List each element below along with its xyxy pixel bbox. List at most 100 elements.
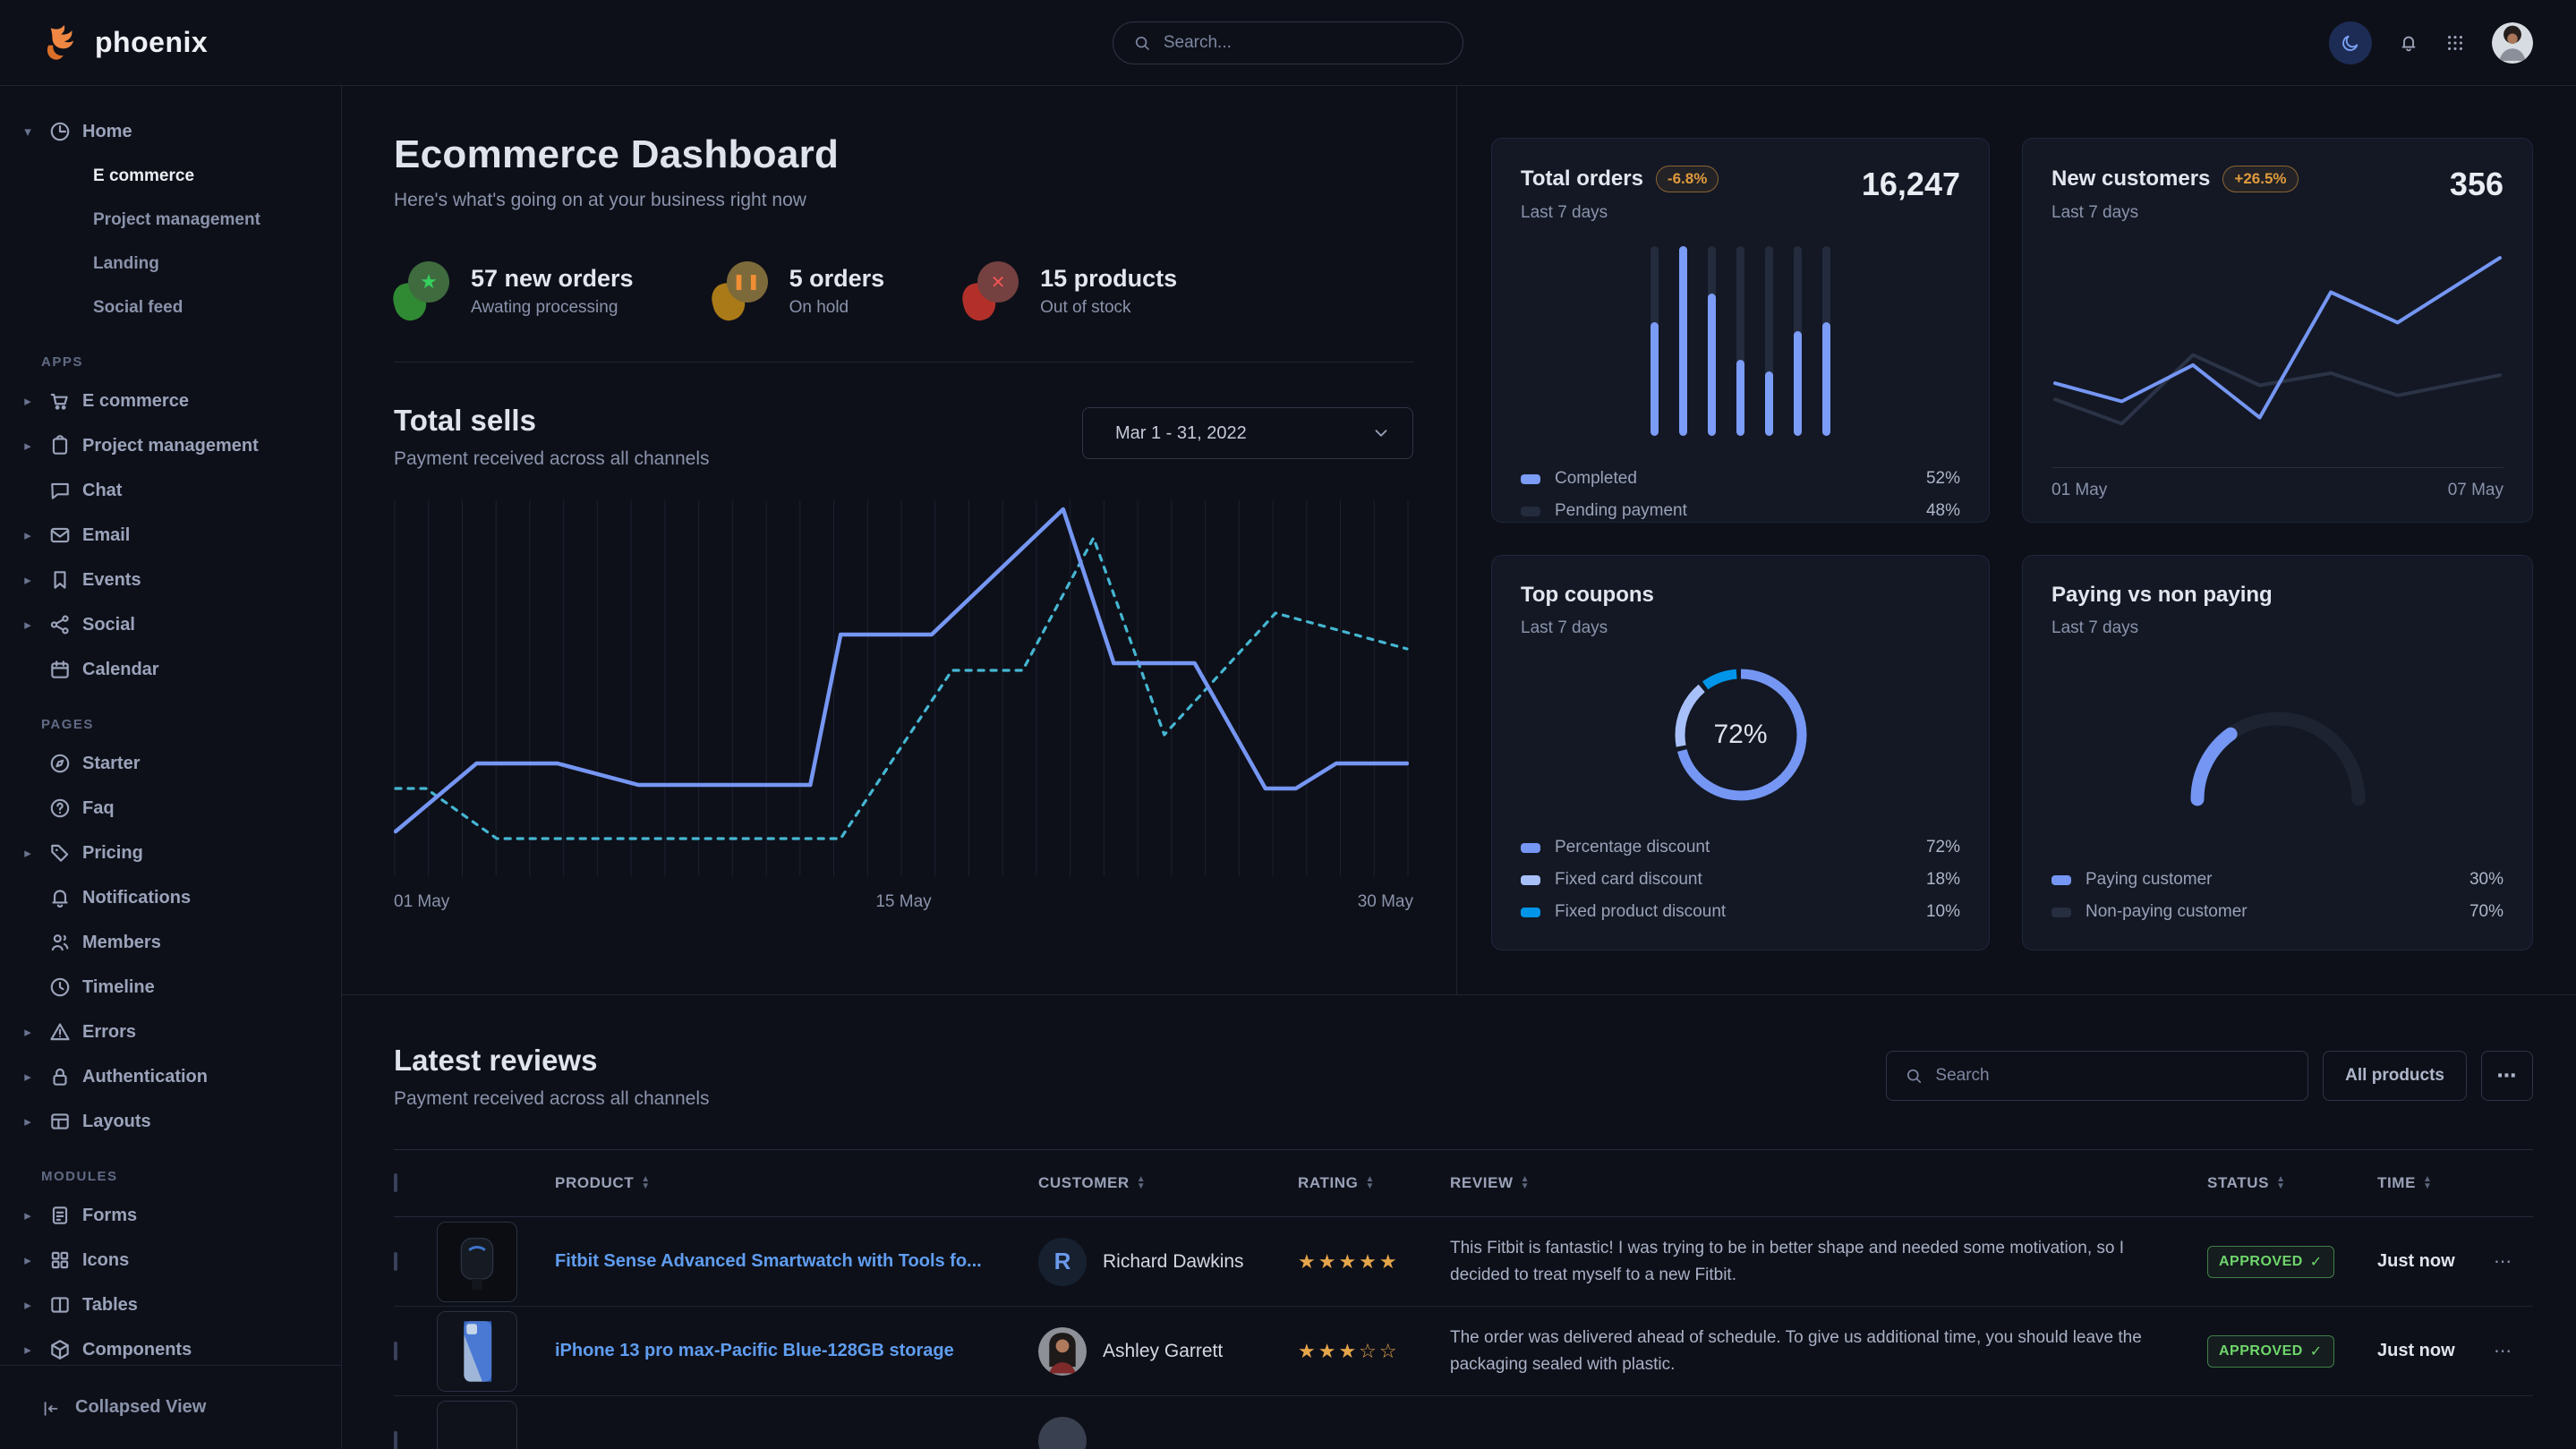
reviews-search-input[interactable] <box>1935 1066 2290 1086</box>
customer-avatar[interactable] <box>1038 1327 1087 1376</box>
email-icon <box>48 524 72 547</box>
legend-label: Fixed product discount <box>1555 902 1726 922</box>
chat-icon <box>48 479 72 502</box>
sidebar-item-email[interactable]: ▸Email <box>0 513 341 558</box>
sidebar-item-label: Layouts <box>82 1112 151 1132</box>
sidebar-item-label: Email <box>82 525 130 546</box>
sidebar-item-e-commerce[interactable]: ▸E commerce <box>0 379 341 423</box>
sidebar-item-pricing[interactable]: ▸Pricing <box>0 831 341 875</box>
sidebar-item-project-management[interactable]: ▸Project management <box>0 423 341 468</box>
sidebar-nav: ▾ Home E commerceProject managementLanding… <box>0 86 341 1365</box>
sidebar-item-icons[interactable]: ▸Icons <box>0 1238 341 1283</box>
legend-row-fixed-product-discount: Fixed product discount10% <box>1521 896 1960 928</box>
latest-reviews-section: Latest reviews Payment received across a… <box>342 995 2576 1449</box>
components-icon <box>48 1338 72 1361</box>
reviews-search[interactable] <box>1886 1051 2308 1101</box>
sort-icon: ▲▼ <box>2423 1176 2433 1190</box>
sidebar-item-timeline[interactable]: Timeline <box>0 965 341 1010</box>
column-header-customer[interactable]: CUSTOMER▲▼ <box>1038 1174 1298 1192</box>
sidebar-item-chat[interactable]: Chat <box>0 468 341 513</box>
sidebar-item-authentication[interactable]: ▸Authentication <box>0 1054 341 1099</box>
row-checkbox[interactable] <box>394 1431 397 1449</box>
legend-swatch <box>2051 908 2071 917</box>
collapsed-view-button[interactable]: Collapsed View <box>0 1365 341 1449</box>
notifications-bell-icon[interactable] <box>2399 33 2418 53</box>
coupons-legend: Percentage discount72%Fixed card discoun… <box>1521 831 1960 928</box>
stat-value: 15 products <box>1040 265 1177 293</box>
page-title: Ecommerce Dashboard <box>394 132 1413 177</box>
column-header-status[interactable]: STATUS▲▼ <box>2207 1174 2377 1192</box>
legend-label: Pending payment <box>1555 501 1687 521</box>
top-coupons-card: Top coupons Last 7 days 72% Percentage d… <box>1491 555 1990 950</box>
caret-right-icon: ▸ <box>18 1297 38 1313</box>
product-thumbnail[interactable] <box>437 1401 517 1449</box>
sort-icon: ▲▼ <box>1521 1176 1531 1190</box>
select-all-checkbox[interactable] <box>394 1173 397 1192</box>
sidebar-item-members[interactable]: Members <box>0 920 341 965</box>
x-tick: 30 May <box>1358 892 1413 912</box>
sidebar-item-starter[interactable]: Starter <box>0 741 341 786</box>
gauge-track <box>2197 719 2358 799</box>
reviews-title: Latest reviews <box>394 1044 710 1078</box>
sidebar-item-home[interactable]: ▾ Home <box>0 109 341 154</box>
top-navbar: phoenix <box>0 0 2576 86</box>
column-header-review[interactable]: REVIEW▲▼ <box>1450 1174 2207 1192</box>
column-header-product[interactable]: PRODUCT▲▼ <box>555 1174 1038 1192</box>
sidebar-item-social[interactable]: ▸Social <box>0 602 341 647</box>
stat-on-hold: ❚❚ 5 orders On hold <box>712 261 885 320</box>
sidebar-item-components[interactable]: ▸Components <box>0 1327 341 1365</box>
sidebar-item-faq[interactable]: Faq <box>0 786 341 831</box>
date-range-select[interactable]: Mar 1 - 31, 2022 <box>1082 407 1413 459</box>
user-avatar[interactable] <box>2492 22 2533 64</box>
all-products-button[interactable]: All products <box>2323 1051 2467 1101</box>
sidebar-item-label: Events <box>82 570 141 591</box>
product-link[interactable]: iPhone 13 pro max-Pacific Blue-128GB sto… <box>555 1341 981 1360</box>
sidebar-item-calendar[interactable]: Calendar <box>0 647 341 692</box>
sidebar-item-errors[interactable]: ▸Errors <box>0 1010 341 1054</box>
sidebar-item-label: Home <box>82 122 132 142</box>
row-checkbox[interactable] <box>394 1342 397 1360</box>
row-menu-button[interactable]: ⋯ <box>2494 1250 2533 1273</box>
global-search-input[interactable] <box>1164 33 1443 53</box>
calendar-icon <box>48 658 72 681</box>
sidebar-item-events[interactable]: ▸Events <box>0 558 341 602</box>
cart-icon <box>48 389 72 413</box>
caret-down-icon: ▾ <box>18 124 38 140</box>
lock-icon <box>48 1065 72 1088</box>
dark-mode-toggle[interactable] <box>2329 21 2372 64</box>
customer-name: Ashley Garrett <box>1103 1341 1223 1362</box>
sidebar-subitem-landing[interactable]: Landing <box>0 242 341 286</box>
stat-value: 57 new orders <box>471 265 634 293</box>
stat-sub: On hold <box>789 298 885 318</box>
row-checkbox[interactable] <box>394 1252 397 1271</box>
column-header-rating[interactable]: RATING▲▼ <box>1298 1174 1450 1192</box>
sidebar-item-layouts[interactable]: ▸Layouts <box>0 1099 341 1144</box>
customer-avatar[interactable]: R <box>1038 1238 1087 1286</box>
brand[interactable]: phoenix <box>43 24 401 62</box>
column-header-time[interactable]: TIME▲▼ <box>2377 1174 2494 1192</box>
question-icon <box>48 797 72 820</box>
stats-row: ★ 57 new orders Awating processing ❚❚ 5 … <box>394 261 1413 362</box>
row-menu-button[interactable]: ⋯ <box>2494 1340 2533 1362</box>
apps-grid-icon[interactable] <box>2445 33 2465 53</box>
x-tick: 01 May <box>394 892 449 912</box>
legend-label: Percentage discount <box>1555 838 1710 857</box>
global-search[interactable] <box>1113 21 1463 64</box>
product-thumbnail[interactable] <box>437 1311 517 1392</box>
total-orders-card: Total orders -6.8% Last 7 days 16,247 Co… <box>1491 138 1990 523</box>
sidebar-subitem-social-feed[interactable]: Social feed <box>0 286 341 329</box>
sidebar-item-forms[interactable]: ▸Forms <box>0 1193 341 1238</box>
product-link[interactable] <box>555 1430 582 1449</box>
more-options-button[interactable]: ⋯ <box>2481 1051 2533 1101</box>
sidebar-subitem-e-commerce[interactable]: E commerce <box>0 154 341 198</box>
sidebar-item-label: Forms <box>82 1206 137 1226</box>
reviews-table-header: PRODUCT▲▼ CUSTOMER▲▼ RATING▲▼ REVIEW▲▼ S… <box>394 1149 2533 1217</box>
product-link[interactable]: Fitbit Sense Advanced Smartwatch with To… <box>555 1251 1009 1271</box>
product-thumbnail[interactable] <box>437 1222 517 1302</box>
sidebar-item-tables[interactable]: ▸Tables <box>0 1283 341 1327</box>
customer-avatar[interactable] <box>1038 1417 1087 1449</box>
brand-name: phoenix <box>95 26 208 59</box>
sidebar-subitem-project-management[interactable]: Project management <box>0 198 341 242</box>
sidebar-item-notifications[interactable]: Notifications <box>0 875 341 920</box>
phoenix-logo-icon <box>43 24 81 62</box>
